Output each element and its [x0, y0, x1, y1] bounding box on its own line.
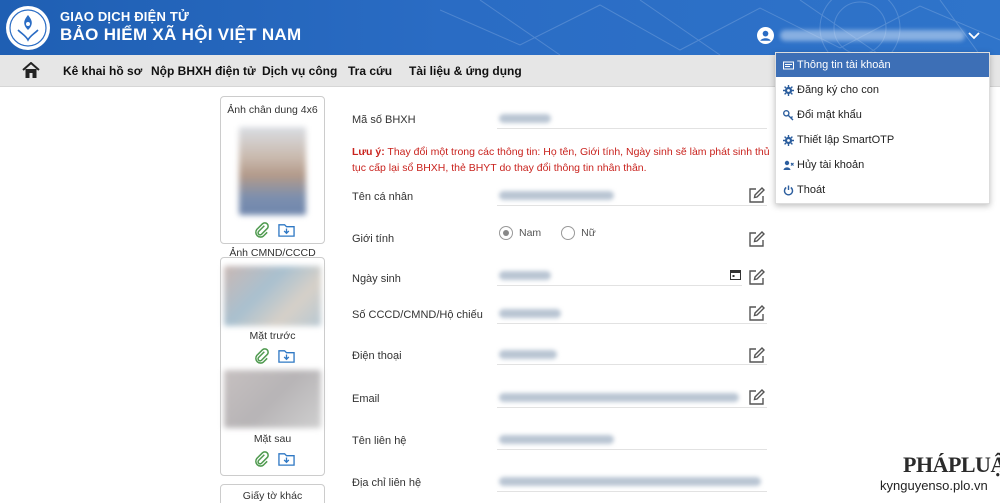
gender-label: Giới tính — [352, 233, 395, 245]
other-docs-title: Giấy tờ khác — [242, 490, 303, 502]
phone-field[interactable] — [497, 345, 767, 365]
paperclip-icon[interactable] — [253, 450, 270, 467]
menu-item-change-password[interactable]: Đổi mật khẩu — [776, 103, 989, 127]
gear-icon — [783, 134, 794, 146]
edit-id-number-icon[interactable] — [748, 304, 766, 322]
download-folder-icon[interactable] — [278, 221, 295, 238]
header-decor-pattern — [440, 0, 1000, 55]
user-x-icon — [783, 160, 794, 170]
watermark-brand: PHÁPLUẬT — [903, 452, 1000, 477]
contact-name-field[interactable] — [497, 430, 767, 450]
gender-male-label: Nam — [519, 227, 542, 239]
bhxh-number-field — [497, 109, 767, 129]
nav-ke-khai-ho-so[interactable]: Kê khai hồ sơ — [63, 64, 142, 78]
id-back-label: Mặt sau — [253, 433, 292, 445]
portrait-photo — [239, 127, 306, 215]
download-folder-icon[interactable] — [278, 347, 295, 364]
edit-gender-icon[interactable] — [748, 230, 766, 248]
edit-dob-icon[interactable] — [748, 268, 766, 286]
nav-tra-cuu[interactable]: Tra cứu — [348, 64, 392, 78]
contact-address-field[interactable] — [497, 472, 767, 492]
edit-email-icon[interactable] — [748, 388, 766, 406]
menu-item-smartotp[interactable]: Thiết lập SmartOTP — [776, 128, 989, 152]
user-name-blurred[interactable] — [780, 30, 965, 41]
menu-item-delete-account[interactable]: Hủy tài khoản — [776, 153, 989, 177]
account-dropdown-menu: Thông tin tài khoản Đăng ký cho con Đổi … — [775, 52, 990, 204]
menu-item-register-child[interactable]: Đăng ký cho con — [776, 78, 989, 102]
chevron-down-icon[interactable] — [968, 31, 980, 40]
top-header: GIAO DỊCH ĐIỆN TỬ BẢO HIỂM XÃ HỘI VIỆT N… — [0, 0, 1000, 55]
gender-radio-group: Nam Nữ — [499, 226, 596, 240]
nav-tai-lieu-ung-dung[interactable]: Tài liệu & ứng dụng — [409, 64, 522, 78]
portrait-title: Ảnh chân dung 4x6 — [227, 104, 318, 116]
key-icon — [783, 109, 794, 120]
bhxh-number-label: Mã số BHXH — [352, 114, 416, 126]
id-front-label: Mặt trước — [249, 330, 296, 342]
contact-name-label: Tên liên hệ — [352, 435, 407, 447]
id-number-label: Số CCCD/CMND/Hộ chiếu — [352, 309, 483, 321]
paperclip-icon[interactable] — [253, 221, 270, 238]
phone-label: Điện thoại — [352, 350, 402, 362]
menu-item-logout[interactable]: Thoát — [776, 178, 989, 202]
name-label: Tên cá nhân — [352, 191, 414, 203]
gear-icon — [783, 84, 794, 96]
gender-female-radio[interactable] — [561, 226, 576, 240]
id-front-photo — [224, 266, 321, 326]
email-field[interactable] — [497, 388, 767, 408]
gender-female-label: Nữ — [581, 227, 596, 239]
id-number-field[interactable] — [497, 304, 767, 324]
org-title: BẢO HIỂM XÃ HỘI VIỆT NAM — [60, 25, 302, 44]
dob-field[interactable] — [497, 266, 742, 286]
edit-phone-icon[interactable] — [748, 346, 766, 364]
email-label: Email — [352, 393, 380, 405]
id-card-icon — [783, 61, 794, 69]
download-folder-icon[interactable] — [278, 450, 295, 467]
nav-dich-vu-cong[interactable]: Dịch vụ công — [262, 64, 337, 78]
notice-text: Lưu ý: Thay đổi một trong các thông tin:… — [352, 146, 770, 174]
gender-male-radio[interactable] — [499, 226, 513, 240]
id-card-panel: Mặt trước Mặt sau — [220, 257, 325, 476]
menu-item-account-info[interactable]: Thông tin tài khoản — [776, 53, 989, 77]
home-icon[interactable] — [22, 62, 40, 79]
portrait-card: Ảnh chân dung 4x6 — [220, 96, 325, 244]
name-field[interactable] — [497, 186, 767, 206]
edit-name-icon[interactable] — [748, 186, 766, 204]
org-subtitle: GIAO DỊCH ĐIỆN TỬ — [60, 9, 190, 24]
nav-nop-bhxh-dien-tu[interactable]: Nộp BHXH điện tử — [151, 64, 256, 78]
contact-address-label: Địa chỉ liên hệ — [352, 477, 422, 489]
id-back-photo — [224, 370, 321, 428]
calendar-icon[interactable] — [730, 269, 741, 280]
watermark-url: kynguyenso.plo.vn — [880, 478, 988, 493]
power-icon — [783, 185, 794, 195]
dob-label: Ngày sinh — [352, 273, 401, 285]
paperclip-icon[interactable] — [253, 347, 270, 364]
user-circle-icon[interactable] — [757, 27, 774, 44]
vss-logo[interactable] — [4, 4, 52, 52]
other-docs-card: Giấy tờ khác — [220, 484, 325, 503]
